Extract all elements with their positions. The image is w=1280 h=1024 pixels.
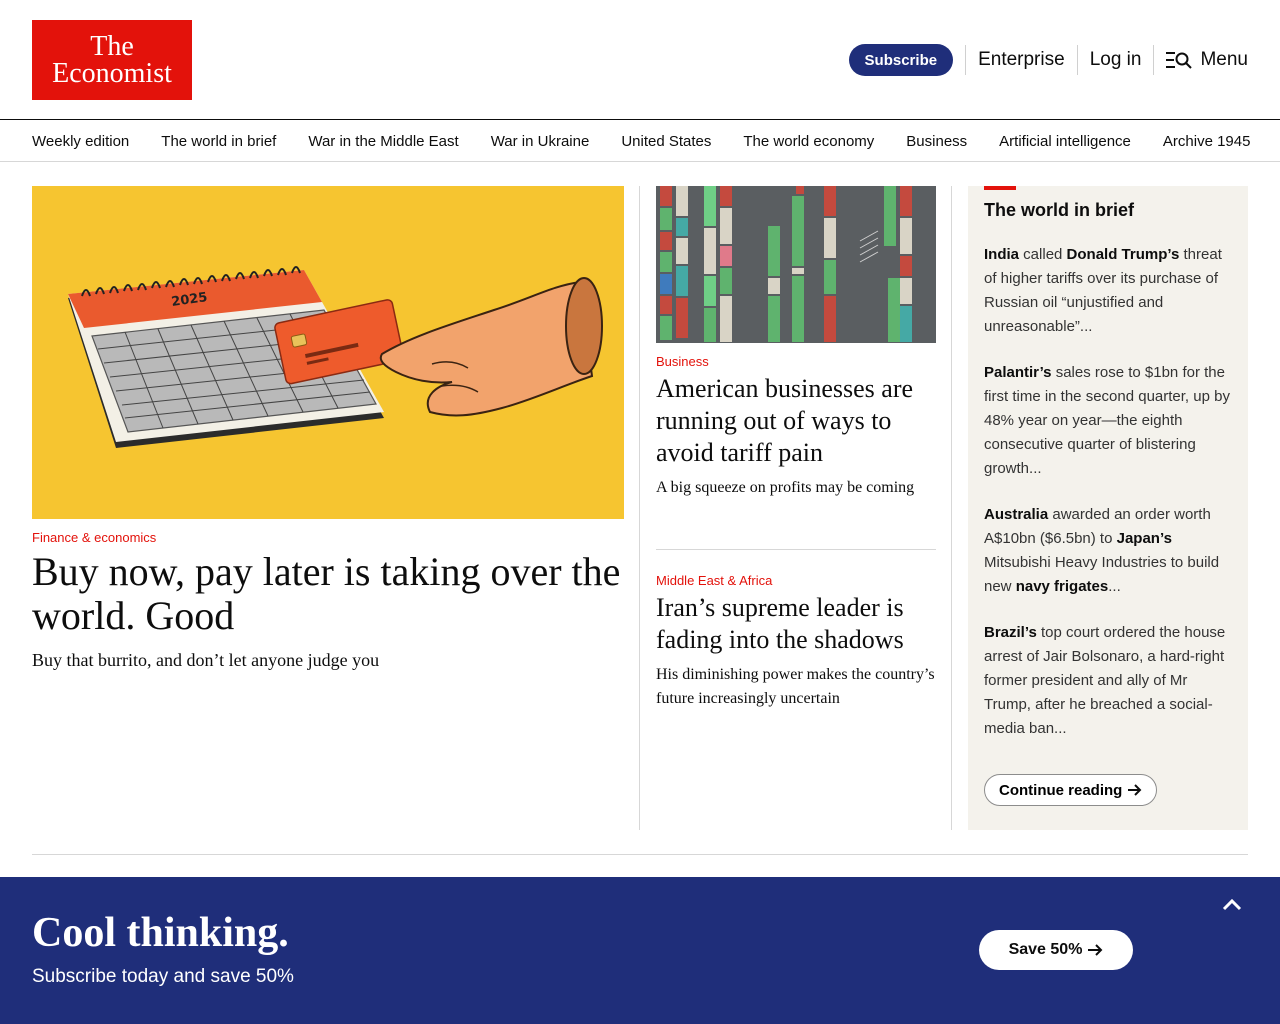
brief-item-highlight: Palantir’s bbox=[984, 364, 1052, 381]
save-50-button[interactable]: Save 50% bbox=[979, 930, 1133, 970]
brief-item-highlight: India bbox=[984, 246, 1020, 263]
brief-item-highlight: Australia bbox=[984, 506, 1049, 523]
site-header: The Economist Subscribe Enterprise Log i… bbox=[0, 0, 1280, 120]
story-divider bbox=[656, 549, 936, 550]
subscribe-button[interactable]: Subscribe bbox=[848, 44, 954, 76]
brief-item[interactable]: India called Donald Trump’s threat of hi… bbox=[984, 243, 1236, 339]
brief-item-highlight: Japan’s bbox=[1116, 530, 1172, 547]
lead-subheadline: Buy that burrito, and don’t let anyone j… bbox=[32, 650, 380, 670]
story2-headline[interactable]: Iran’s supreme leader is fading into the… bbox=[656, 592, 936, 656]
nav-item-world-in-brief[interactable]: The world in brief bbox=[161, 133, 276, 150]
nav-item-weekly-edition[interactable]: Weekly edition bbox=[32, 133, 129, 150]
continue-reading-button[interactable]: Continue reading bbox=[984, 774, 1158, 806]
menu-button[interactable]: Menu bbox=[1166, 49, 1248, 71]
brief-item-highlight: navy frigates bbox=[1015, 578, 1109, 595]
brief-title[interactable]: The world in brief bbox=[984, 200, 1134, 221]
header-divider bbox=[1076, 45, 1078, 75]
continue-reading-label: Continue reading bbox=[999, 781, 1123, 799]
economist-logo[interactable]: The Economist bbox=[32, 20, 192, 100]
story1-headline[interactable]: American businesses are running out of w… bbox=[656, 373, 936, 469]
column-divider bbox=[639, 186, 640, 830]
story2-kicker[interactable]: Middle East & Africa bbox=[656, 573, 772, 588]
story2-subheadline: His diminishing power makes the country’… bbox=[656, 666, 935, 707]
promo-title: Cool thinking. bbox=[32, 910, 289, 956]
nav-item-business[interactable]: Business bbox=[906, 133, 967, 150]
subscription-banner: Cool thinking. Subscribe today and save … bbox=[0, 877, 1280, 1024]
brief-items: India called Donald Trump’s threat of hi… bbox=[984, 243, 1236, 763]
column-divider bbox=[951, 186, 952, 830]
nav-item-united-states[interactable]: United States bbox=[621, 133, 711, 150]
brief-accent-bar bbox=[984, 186, 1016, 190]
world-in-brief-panel: The world in brief India called Donald T… bbox=[968, 186, 1248, 830]
brief-item-highlight: Donald Trump’s bbox=[1066, 246, 1180, 263]
shipping-containers-illustration bbox=[656, 186, 936, 343]
brief-item[interactable]: Palantir’s sales rose to $1bn for the fi… bbox=[984, 361, 1236, 481]
logo-line-the: The bbox=[90, 31, 134, 62]
menu-label: Menu bbox=[1200, 49, 1248, 70]
calendar-card-illustration: 2025 bbox=[68, 266, 603, 448]
chevron-up-icon[interactable] bbox=[1218, 893, 1246, 917]
brief-item[interactable]: Australia awarded an order worth A$10bn … bbox=[984, 503, 1236, 599]
header-divider bbox=[1153, 45, 1155, 75]
header-actions: Subscribe Enterprise Log in Menu bbox=[848, 44, 1248, 76]
header-divider bbox=[965, 45, 967, 75]
nav-item-war-middle-east[interactable]: War in the Middle East bbox=[308, 133, 458, 150]
search-menu-icon bbox=[1166, 52, 1193, 69]
nav-item-archive-1945[interactable]: Archive 1945 bbox=[1163, 133, 1251, 150]
containers-image[interactable] bbox=[656, 186, 936, 343]
lead-kicker[interactable]: Finance & economics bbox=[32, 530, 156, 545]
lead-story-image[interactable]: 2025 bbox=[32, 186, 624, 519]
nav-item-world-economy[interactable]: The world economy bbox=[743, 133, 874, 150]
logo-line-economist: Economist bbox=[52, 58, 172, 89]
nav-item-war-ukraine[interactable]: War in Ukraine bbox=[491, 133, 590, 150]
promo-subtitle: Subscribe today and save 50% bbox=[32, 966, 294, 987]
arrow-right-icon bbox=[1088, 944, 1103, 956]
lead-headline[interactable]: Buy now, pay later is taking over the wo… bbox=[32, 550, 624, 638]
nav-item-artificial-intelligence[interactable]: Artificial intelligence bbox=[999, 133, 1131, 150]
arrow-right-icon bbox=[1128, 784, 1142, 796]
save-50-label: Save 50% bbox=[1008, 941, 1083, 958]
section-divider bbox=[32, 854, 1248, 855]
story1-subheadline: A big squeeze on profits may be coming bbox=[656, 479, 915, 496]
section-nav: Weekly edition The world in brief War in… bbox=[0, 121, 1280, 162]
enterprise-link[interactable]: Enterprise bbox=[978, 49, 1065, 71]
brief-item-highlight: Brazil’s bbox=[984, 624, 1037, 641]
brief-item[interactable]: Brazil’s top court ordered the house arr… bbox=[984, 621, 1236, 741]
login-link[interactable]: Log in bbox=[1090, 49, 1142, 71]
story1-kicker[interactable]: Business bbox=[656, 354, 709, 369]
